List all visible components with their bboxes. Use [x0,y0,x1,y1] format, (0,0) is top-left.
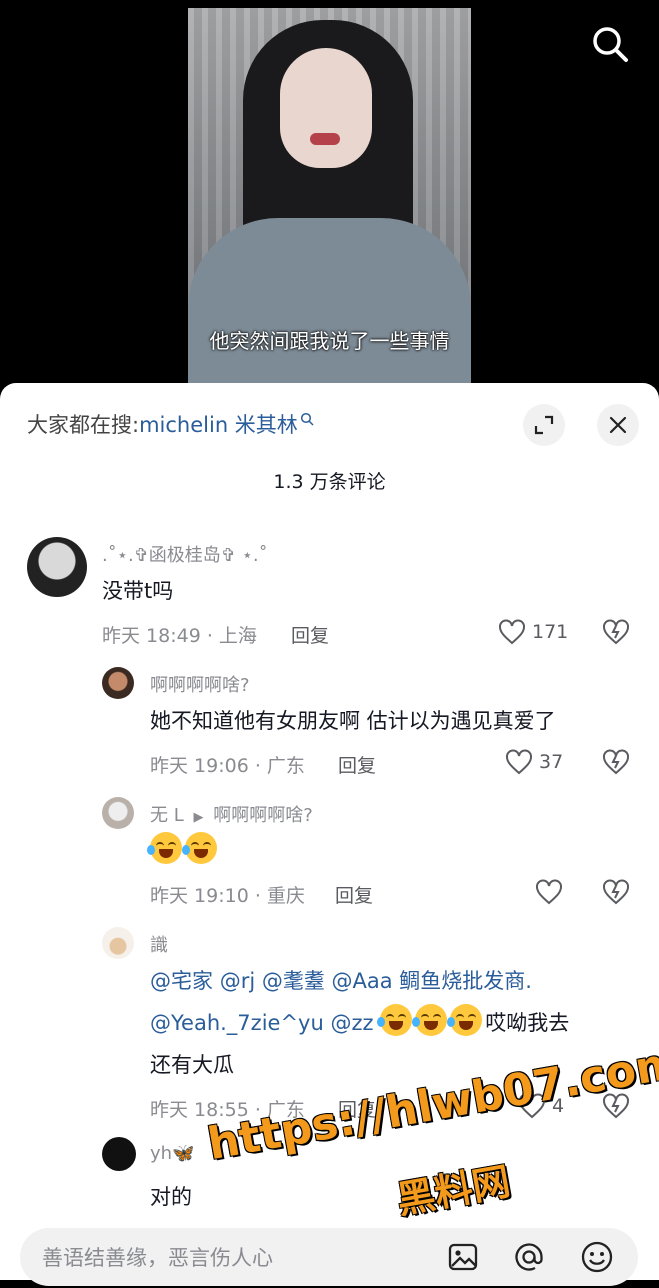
avatar[interactable] [102,797,134,829]
broken-heart-icon [603,879,629,905]
close-icon [609,416,627,434]
video-person-lips [310,133,340,145]
broken-heart-icon [603,619,629,645]
comment-meta: 昨天 19:06 · 广东 [150,755,305,777]
trending-search[interactable]: 大家都在搜:michelin 米其林 [27,409,314,439]
mention-link[interactable]: @rj [220,969,255,993]
reply-target[interactable]: 啊啊啊啊啥? [213,805,313,826]
trending-search-keyword[interactable]: michelin 米其林 [139,413,298,437]
like-button[interactable]: 37 [505,749,563,775]
expand-icon [534,415,554,435]
avatar[interactable] [102,667,134,699]
dislike-button[interactable] [602,749,630,779]
comment-username[interactable]: 无 L ▶ 啊啊啊啊啥? [150,801,313,827]
comment-text[interactable]: 她不知道他有女朋友啊 估计以为遇见真爱了 [150,701,556,742]
expand-button[interactable] [523,404,565,446]
comment-tail-text: 哎呦我去 [485,1011,570,1035]
video-player[interactable]: 他突然间跟我说了一些事情 [188,8,471,388]
crying-laughing-emoji [182,832,217,864]
mention-link[interactable]: @宅家 [150,969,213,993]
image-icon[interactable] [446,1240,480,1274]
video-person-jacket [188,218,471,388]
heart-icon [499,619,525,645]
comment-input[interactable] [40,1228,424,1288]
like-button[interactable] [535,879,563,905]
small-search-icon [300,412,314,426]
comment-meta: 昨天 19:10 · 重庆 [150,885,305,907]
reply-author[interactable]: 无 L [150,805,184,826]
crying-laughing-emoji [447,1004,483,1036]
comment-text-line3[interactable]: 还有大瓜 [150,1045,234,1086]
comment-username[interactable]: yh🦋 [150,1143,194,1164]
broken-heart-icon [603,749,629,775]
comment-text-line2[interactable]: @Yeah._7zie^yu @zz 哎呦我去 [150,1003,569,1044]
video-subtitle: 他突然间跟我说了一些事情 [209,329,450,353]
like-count: 171 [532,621,569,643]
mention-link[interactable]: @Yeah._7zie^yu [150,1011,324,1035]
like-count: 37 [539,751,564,773]
crying-laughing-emoji [147,832,182,864]
search-icon[interactable] [590,24,630,64]
reply-button[interactable]: 回复 [291,621,329,648]
mention-link[interactable]: @zz [330,1011,373,1035]
mention-link[interactable]: @Aaa 鲷鱼烧批发商. [332,969,532,993]
crying-laughing-emoji [377,1004,413,1036]
comment-text[interactable]: 没带t吗 [102,571,173,612]
dislike-button[interactable] [602,619,630,649]
like-button[interactable]: 171 [498,619,568,645]
crying-laughing-emoji [412,1004,448,1036]
reply-button[interactable]: 回复 [338,751,376,778]
mention-link[interactable]: @耄耋 [262,969,325,993]
comment-username[interactable]: .˚⋆.✞函极桂岛✞ ⋆.˚ [102,541,268,567]
comment-text[interactable]: @宅家 @rj @耄耋 @Aaa 鲷鱼烧批发商. [150,961,532,1002]
comment-username[interactable]: 識 [150,931,168,957]
trending-search-prefix: 大家都在搜: [27,413,140,437]
dislike-button[interactable] [602,879,630,909]
reply-arrow-icon: ▶ [193,810,204,825]
at-icon[interactable] [512,1240,546,1274]
video-person-face [280,48,372,168]
reply-button[interactable]: 回复 [335,881,373,908]
comment-meta: 昨天 18:49 · 上海 [102,625,257,647]
avatar[interactable] [27,537,87,597]
comment-count: 1.3 万条评论 [273,471,386,493]
comment-text[interactable]: 对的 [150,1177,192,1218]
comment-input-bar [20,1228,638,1288]
comment-username[interactable]: 啊啊啊啊啥? [150,671,250,697]
emoji-icon[interactable] [580,1240,614,1274]
close-button[interactable] [597,404,639,446]
avatar[interactable] [102,1137,136,1171]
heart-icon [506,749,532,775]
heart-icon [536,879,562,905]
avatar[interactable] [102,927,134,959]
comment-text[interactable] [147,831,220,872]
